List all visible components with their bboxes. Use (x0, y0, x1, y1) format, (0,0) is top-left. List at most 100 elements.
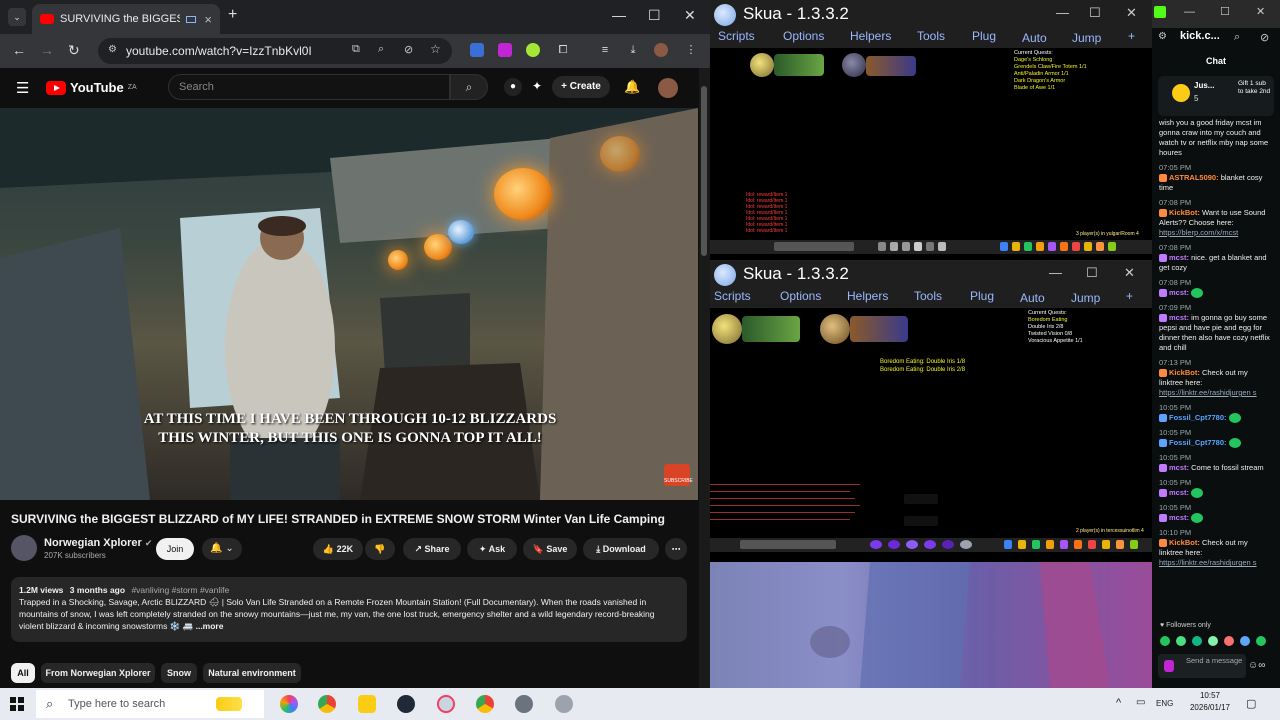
tray-chevron-icon[interactable]: ^ (1116, 697, 1121, 709)
browser-menu-icon[interactable]: ⋮ (684, 43, 698, 57)
menu-slot[interactable] (1088, 540, 1096, 549)
menu-slot[interactable] (1060, 242, 1068, 251)
message-link[interactable]: https://blerp.com/x/mcst (1159, 228, 1238, 237)
new-tab-icon[interactable]: + (228, 6, 237, 24)
skill-slot[interactable] (914, 242, 922, 251)
maximize-icon[interactable]: ☐ (1089, 5, 1101, 21)
back-icon[interactable]: ← (12, 42, 26, 58)
file-explorer-icon[interactable] (358, 695, 376, 713)
like-button[interactable]: 👍 22K (313, 538, 363, 560)
message-username[interactable]: mcst: (1169, 488, 1189, 497)
kick-menu-icon[interactable]: ⚙ (1158, 31, 1167, 42)
game-action-bar[interactable] (710, 240, 1152, 254)
menu-slot[interactable] (1032, 540, 1040, 549)
notifications-bell-icon[interactable]: 🔔 (624, 79, 640, 95)
menu-slot[interactable] (1116, 540, 1124, 549)
message-username[interactable]: mcst: (1169, 463, 1189, 472)
menu-add[interactable]: + (1126, 289, 1133, 303)
close-window-icon[interactable]: ✕ (684, 7, 696, 24)
minimize-icon[interactable]: — (1049, 265, 1062, 280)
description-box[interactable]: 1.2M views 3 months ago #vanliving #stor… (11, 577, 687, 642)
emote-picker-icon[interactable]: ☺∞ (1248, 660, 1265, 671)
menu-slot[interactable] (1024, 242, 1032, 251)
zoom-icon[interactable]: ⌕ (378, 43, 384, 56)
skill-slot[interactable] (938, 242, 946, 251)
chat-message-input[interactable]: Send a message (1158, 654, 1246, 678)
skill-slot[interactable] (906, 540, 918, 549)
page-scrollbar[interactable] (699, 68, 710, 688)
menu-tools[interactable]: Tools (914, 289, 942, 303)
chip-from-channel[interactable]: From Norwegian Xplorer (41, 663, 155, 683)
create-button[interactable]: + Create (552, 76, 610, 98)
search-icon[interactable]: ⌕ (450, 74, 488, 100)
pinned-gift[interactable]: Jus... 5 Gift 1 sub to take 2nd (1158, 76, 1274, 116)
menu-slot[interactable] (1000, 242, 1008, 251)
more-actions-icon[interactable]: ⋯ (665, 538, 687, 560)
menu-jump[interactable]: Jump (1071, 291, 1100, 305)
menu-jump[interactable]: Jump (1072, 31, 1101, 45)
account-avatar[interactable] (658, 78, 678, 98)
message-username[interactable]: mcst: (1169, 513, 1189, 522)
emoji-icon[interactable] (1176, 636, 1186, 646)
skill-slot[interactable] (924, 540, 936, 549)
skill-slot[interactable] (902, 242, 910, 251)
bookmark-star-icon[interactable]: ☆ (430, 42, 441, 56)
windows-start-icon[interactable] (10, 697, 24, 711)
message-username[interactable]: mcst: (1169, 288, 1189, 297)
menu-slot[interactable] (1072, 242, 1080, 251)
menu-slot[interactable] (1084, 242, 1092, 251)
browser-tab[interactable]: SURVIVING the BIGGEST BL × (32, 4, 220, 34)
menu-helpers[interactable]: Helpers (847, 289, 888, 303)
message-username[interactable]: KickBot: (1169, 208, 1200, 217)
menu-slot[interactable] (1004, 540, 1012, 549)
skill-slot[interactable] (890, 242, 898, 251)
download-button[interactable]: ⤓ Download (583, 538, 659, 560)
eye-off-icon[interactable]: ⊘ (1260, 31, 1269, 44)
channel-name[interactable]: Norwegian Xplorer ✔ (44, 537, 152, 549)
eye-off-icon[interactable]: ⊘ (404, 43, 413, 56)
close-icon[interactable]: ✕ (1126, 5, 1137, 21)
menu-slot[interactable] (1102, 540, 1110, 549)
emoji-icon[interactable] (1160, 636, 1170, 646)
game-view[interactable]: Current Quests: Boredom Eating Double Ir… (710, 308, 1152, 562)
close-icon[interactable]: ✕ (1256, 5, 1265, 18)
menu-slot[interactable] (1108, 242, 1116, 251)
tab-search-icon[interactable]: ⌄ (8, 8, 26, 26)
skill-slot[interactable] (870, 540, 882, 549)
menu-auto[interactable]: Auto (1020, 291, 1045, 305)
channel-avatar[interactable] (11, 535, 37, 561)
chat-input-slot[interactable] (774, 242, 854, 251)
minimize-icon[interactable]: — (612, 7, 626, 23)
menu-plug[interactable]: Plug (972, 29, 996, 43)
maximize-icon[interactable]: ☐ (1086, 265, 1098, 281)
share-button[interactable]: ↗ Share (403, 538, 461, 560)
steam-icon[interactable] (397, 695, 415, 713)
menu-helpers[interactable]: Helpers (850, 29, 891, 43)
skill-slot[interactable] (942, 540, 954, 549)
menu-slot[interactable] (1046, 540, 1054, 549)
game-view[interactable]: Current Quests: Dage's Schlong Grendels … (710, 48, 1152, 260)
message-username[interactable]: mcst: (1169, 253, 1189, 262)
menu-plug[interactable]: Plug (970, 289, 994, 303)
emoji-icon[interactable] (1192, 636, 1202, 646)
skill-slot[interactable] (878, 242, 886, 251)
language-indicator[interactable]: ENG (1156, 699, 1173, 708)
notifications-icon[interactable]: ▢ (1246, 697, 1256, 710)
menu-slot[interactable] (1036, 242, 1044, 251)
site-info-icon[interactable]: ⚙ (108, 44, 117, 55)
forward-icon[interactable]: → (40, 42, 54, 58)
message-link[interactable]: https://linktr.ee/rashidjurgen s (1159, 558, 1257, 567)
show-more-link[interactable]: ...more (196, 621, 224, 631)
maximize-icon[interactable]: ☐ (648, 7, 661, 24)
maximize-icon[interactable]: ☐ (1220, 5, 1230, 18)
menu-slot[interactable] (1060, 540, 1068, 549)
close-tab-icon[interactable]: × (204, 12, 212, 27)
install-icon[interactable]: ⧉ (352, 43, 360, 56)
join-button[interactable]: Join (156, 538, 194, 560)
menu-scripts[interactable]: Scripts (714, 289, 751, 303)
emoji-icon[interactable] (1256, 636, 1266, 646)
minimize-icon[interactable]: — (1184, 6, 1195, 18)
message-username[interactable]: mcst: (1169, 313, 1189, 322)
menu-add[interactable]: + (1128, 29, 1135, 43)
extension-b-icon[interactable] (498, 43, 512, 57)
